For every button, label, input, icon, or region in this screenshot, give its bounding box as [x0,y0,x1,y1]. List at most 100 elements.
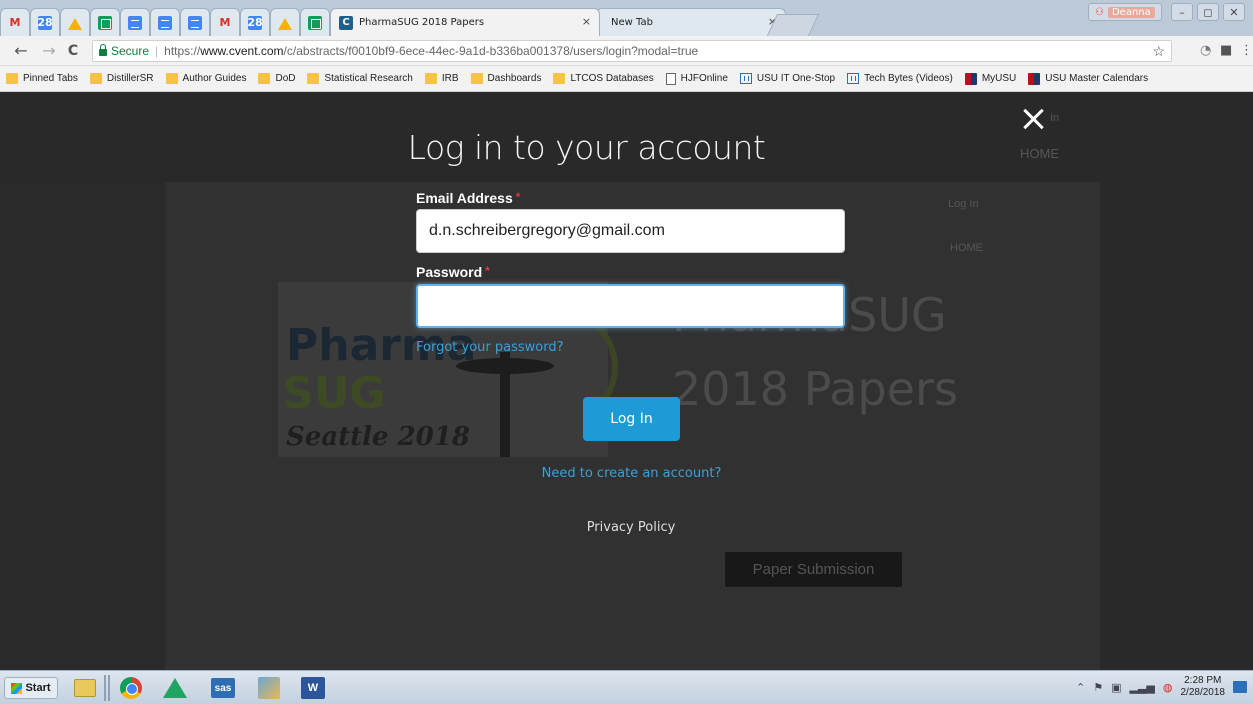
bookmark-statistical-research[interactable]: Statistical Research [307,73,413,84]
modal-title: Log in to your account [407,128,766,167]
tab-sheets[interactable] [300,8,330,36]
background-title-line2: 2018 Papers [672,362,958,416]
bookmark-dashboards[interactable]: Dashboards [470,73,542,84]
clock[interactable]: 2:28 PM 2/28/2018 [1181,675,1226,699]
google-sheets-icon [98,15,112,30]
usu-logo-icon [1028,72,1041,85]
bookmark-author-guides[interactable]: Author Guides [165,73,247,84]
taskbar-tool[interactable] [254,675,284,701]
minimize-button[interactable]: – [1171,3,1193,21]
tab-calendar[interactable]: 28 [240,8,270,36]
tab-docs[interactable] [120,8,150,36]
google-docs-icon [128,15,142,30]
folder-icon [424,73,437,84]
bookmark-dod[interactable]: DoD [258,73,295,84]
tab-docs[interactable] [150,8,180,36]
password-field[interactable] [416,284,845,328]
bookmarks-bar: Pinned Tabs DistillerSR Author Guides Do… [0,66,1253,92]
bookmark-hjfonline[interactable]: HJFOnline [665,72,728,85]
bookmark-distillersr[interactable]: DistillerSR [89,73,154,84]
bookmark-myusu[interactable]: MyUSU [964,72,1016,85]
window-controls: – ◻ ✕ [1171,3,1245,21]
chevron-up-icon[interactable]: ⌃ [1076,681,1085,694]
tab-gmail[interactable]: M [0,8,30,36]
clock-date: 2/28/2018 [1180,687,1226,698]
page-viewport: In HOME Log In HOME Pharma SUG Seattle 2… [0,92,1253,670]
tab-calendar[interactable]: 28 [30,8,60,36]
bookmark-tech-bytes[interactable]: Tech Bytes (Videos) [847,73,953,84]
reload-button[interactable]: C [64,42,82,60]
bookmark-label: HJFOnline [680,73,728,84]
profile-button[interactable]: ⚇ Deanna [1088,3,1162,21]
back-button[interactable]: ← [12,42,30,60]
bookmark-star-icon[interactable]: ☆ [1152,43,1165,60]
bookmark-label: Dashboards [487,73,542,84]
bookmark-irb[interactable]: IRB [424,73,459,84]
bookmark-label: USU Master Calendars [1045,73,1149,84]
bookmark-label: DoD [275,73,296,84]
taskbar-chrome[interactable] [116,675,146,701]
usu-logo-icon [964,72,977,85]
taskbar-google-drive[interactable] [160,675,190,701]
new-tab-button[interactable] [766,14,820,36]
gmail-icon: M [9,16,21,29]
forgot-password-link[interactable]: Forgot your password? [416,340,564,355]
extension-icon[interactable]: ◔ [1200,43,1211,58]
address-bar[interactable]: Secure | https:// www.cvent.com /c/abstr… [92,40,1172,62]
email-label-text: Email Address [416,190,513,206]
bookmark-label: Tech Bytes (Videos) [864,73,953,84]
bookmark-ltcos-databases[interactable]: LTCOS Databases [553,73,654,84]
background-paper-submission-button: Paper Submission [725,552,902,587]
browser-tab-strip: M 28 M 28 C PharmaSUG 2018 Papers × New … [0,0,1253,36]
sas-icon: sas [211,678,235,698]
bookmark-usu-master-calendars[interactable]: USU Master Calendars [1028,72,1149,85]
taskbar-divider [104,675,106,701]
bookmark-label: Author Guides [182,73,247,84]
flag-icon[interactable]: ⚑ [1093,681,1103,694]
required-asterisk: * [485,264,490,278]
network-icon[interactable]: ▣ [1111,681,1121,694]
gmail-icon: M [219,16,231,29]
taskbar-word[interactable]: W [298,675,328,701]
privacy-policy-link[interactable]: Privacy Policy [0,520,1253,535]
tab-sheets[interactable] [90,8,120,36]
forward-button[interactable]: → [40,42,58,60]
folder-icon [307,73,320,84]
close-tab-icon[interactable]: × [582,15,591,28]
start-button[interactable]: Start [4,677,58,699]
google-docs-icon [188,15,202,30]
bookmark-usu-it-one-stop[interactable]: USU IT One-Stop [739,73,835,84]
close-window-button[interactable]: ✕ [1223,3,1245,21]
password-label: Password * [416,264,490,280]
tab-gmail[interactable]: M [210,8,240,36]
usu-it-icon [739,73,752,84]
tab-docs[interactable] [180,8,210,36]
tab-new-tab[interactable]: New Tab × [596,8,786,36]
create-account-link[interactable]: Need to create an account? [0,466,1253,481]
tab-drive[interactable] [270,8,300,36]
chrome-icon [120,677,142,699]
email-field[interactable] [416,209,845,253]
extension-icon[interactable]: ■ [1220,43,1232,58]
calendar-icon: 28 [247,15,263,30]
background-nav-login: Log In [948,198,979,210]
bookmark-pinned-tabs[interactable]: Pinned Tabs [6,73,78,84]
google-drive-icon [68,16,82,30]
taskbar-file-explorer[interactable] [70,675,100,701]
restore-button[interactable]: ◻ [1197,3,1219,21]
url-host: www.cvent.com [200,44,284,58]
tab-pharmasug-papers[interactable]: C PharmaSUG 2018 Papers × [330,8,600,36]
show-desktop-button[interactable] [1233,681,1247,693]
email-label: Email Address * [416,190,520,206]
tab-drive[interactable] [60,8,90,36]
logo-text-sug: SUG [282,368,386,419]
google-drive-icon [163,678,187,698]
menu-icon[interactable]: ⋮ [1240,43,1253,58]
taskbar-sas[interactable]: sas [208,675,238,701]
login-button[interactable]: Log In [583,397,680,441]
word-icon: W [301,677,325,699]
bookmark-label: DistillerSR [106,73,154,84]
signal-icon[interactable]: ▂▃▅ [1130,681,1155,694]
volume-muted-icon[interactable]: ◍ [1163,681,1173,694]
user-icon: ⚇ [1095,6,1104,18]
